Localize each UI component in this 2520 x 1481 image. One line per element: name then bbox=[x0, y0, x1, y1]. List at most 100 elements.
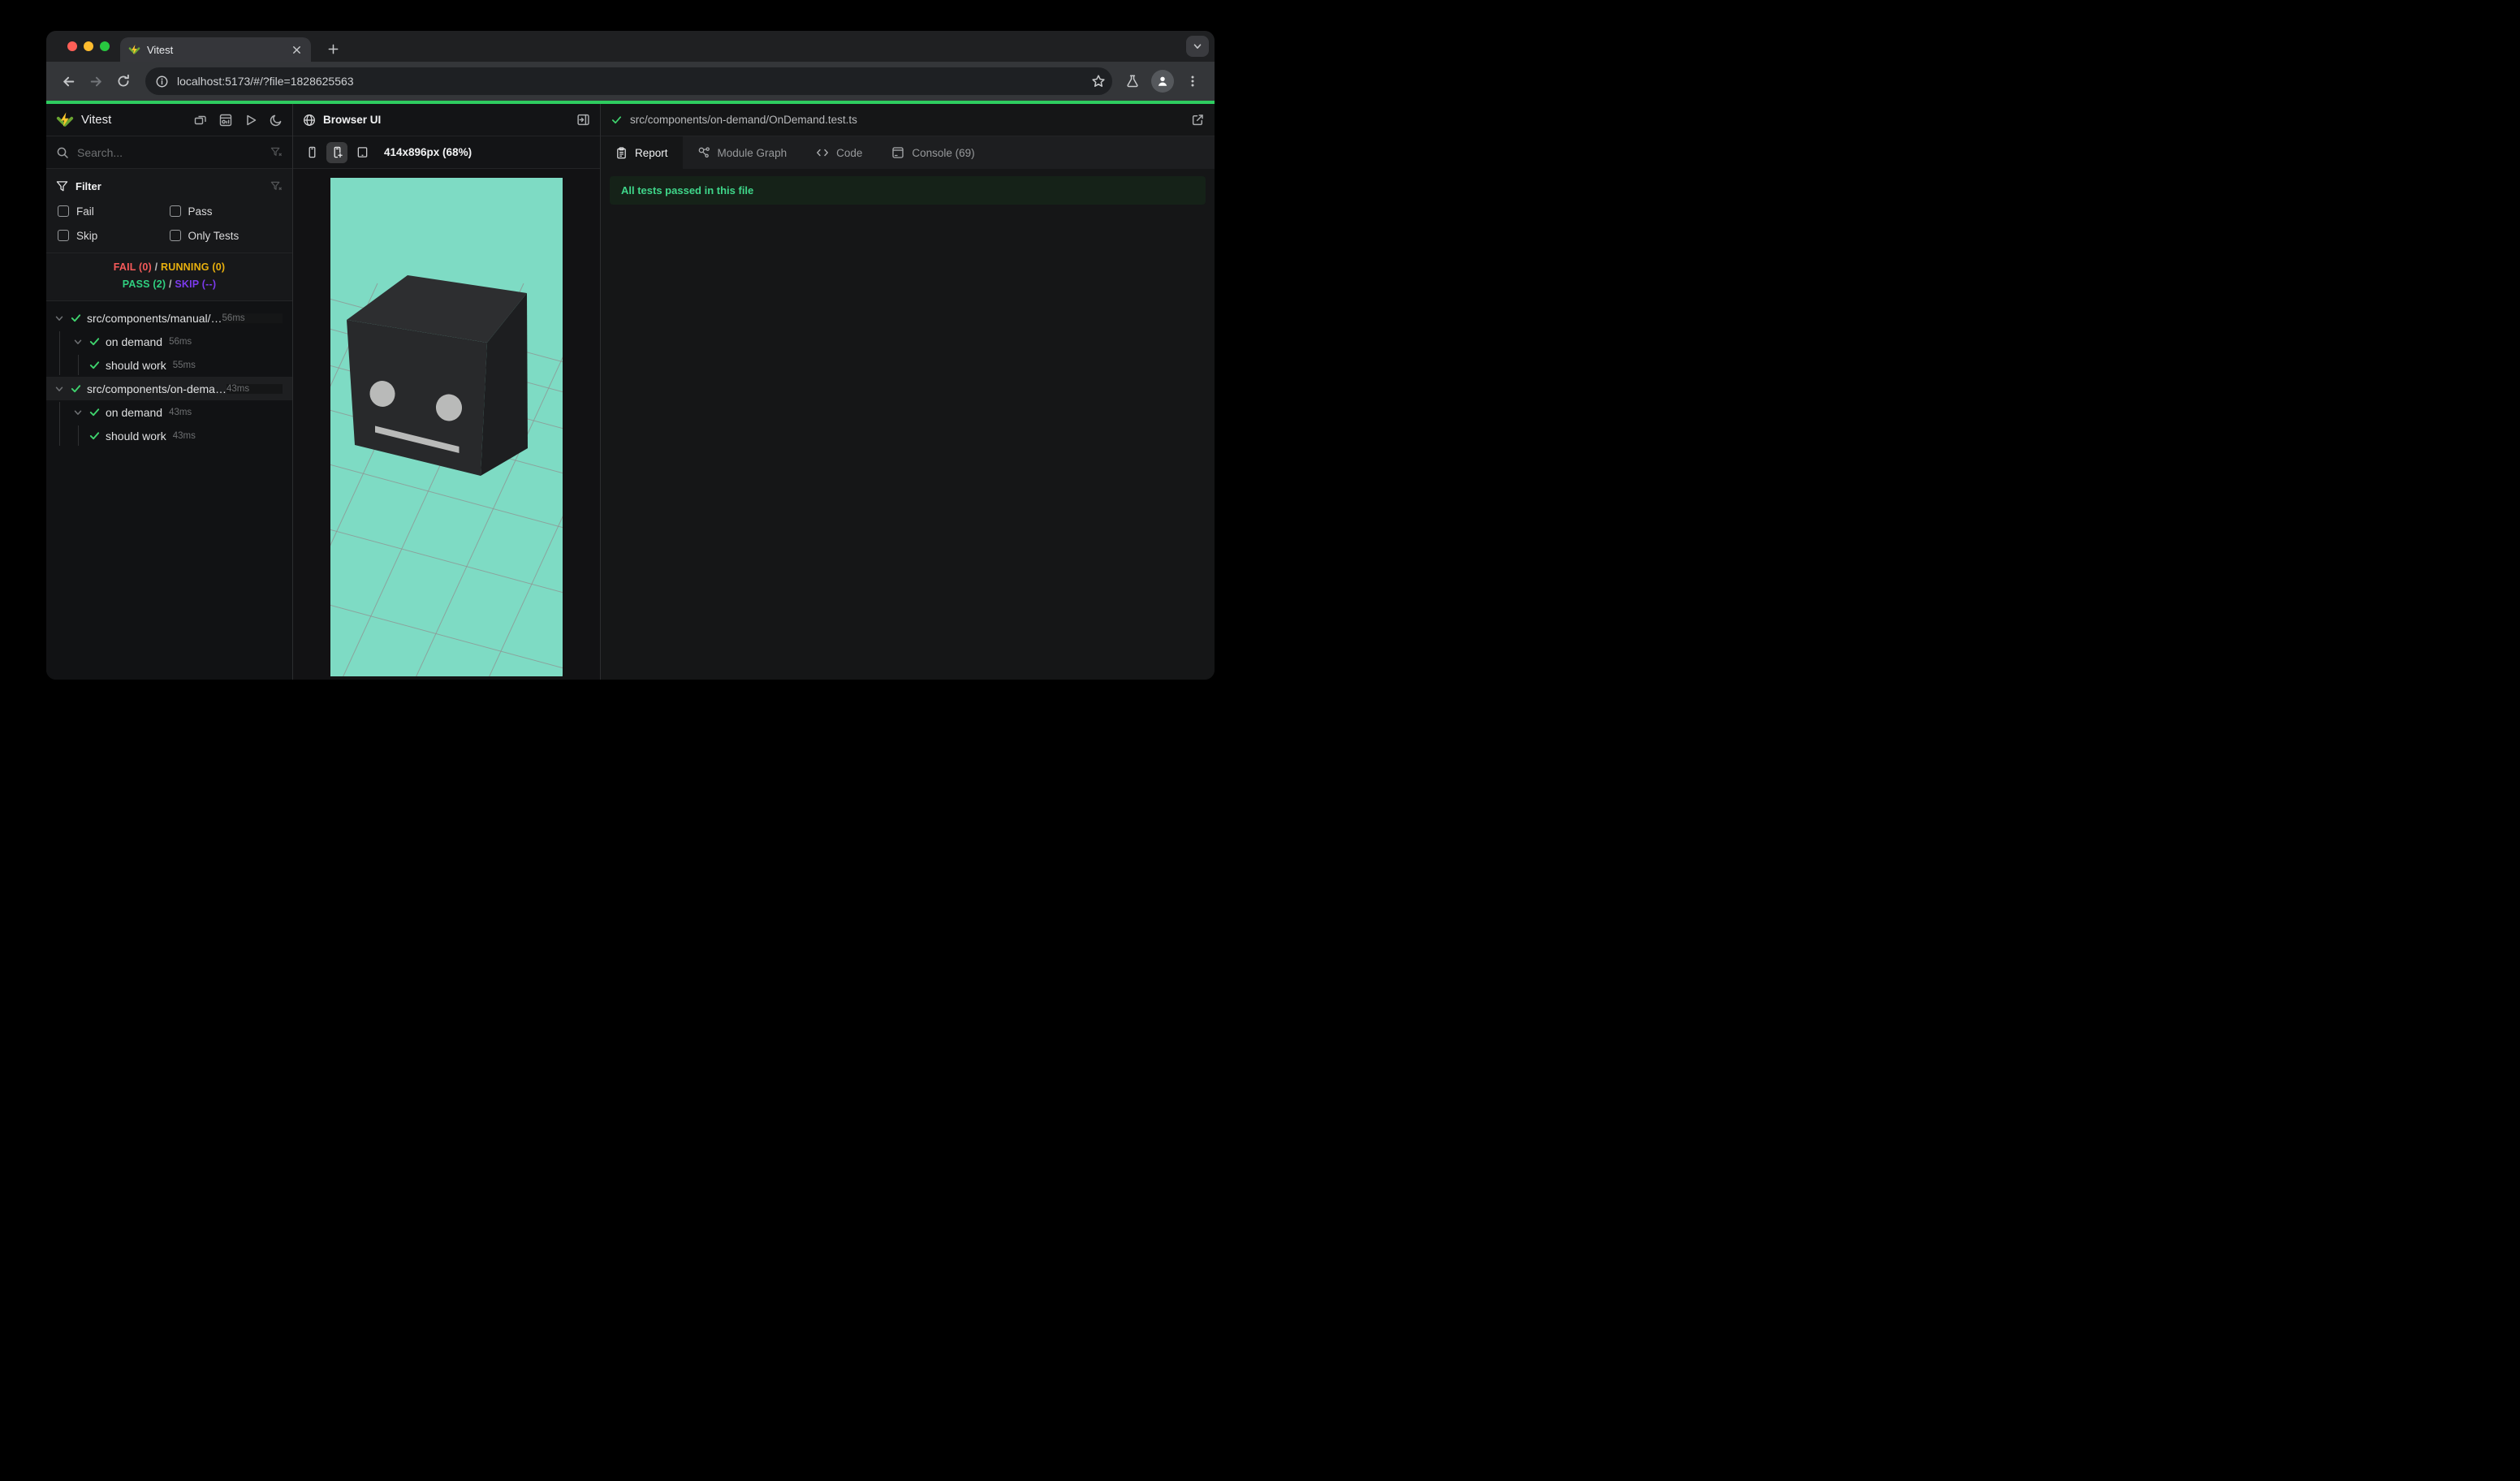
device-mobile-plus-icon[interactable] bbox=[326, 141, 347, 163]
device-toolbar: 414x896px (68%) bbox=[293, 136, 600, 169]
only-tests-checkbox[interactable] bbox=[169, 230, 181, 241]
test-tree: src/components/manual/… 56ms on demand 5… bbox=[46, 301, 292, 680]
cube-robot-head bbox=[347, 275, 528, 476]
chevron-down-icon[interactable] bbox=[70, 407, 86, 418]
address-bar[interactable]: localhost:5173/#/?file=1828625563 bbox=[145, 67, 1112, 95]
running-count: RUNNING (0) bbox=[160, 261, 226, 273]
search-input[interactable] bbox=[77, 145, 262, 159]
tab-module-graph-label: Module Graph bbox=[717, 146, 788, 159]
titlebar: Vitest bbox=[46, 31, 1215, 62]
new-tab-button[interactable] bbox=[322, 38, 343, 59]
test-viewport-iframe[interactable] bbox=[330, 178, 563, 676]
fail-count: FAIL (0) bbox=[113, 261, 152, 273]
tab-report[interactable]: Report bbox=[601, 136, 683, 169]
report-panel: src/components/on-demand/OnDemand.test.t… bbox=[601, 104, 1215, 680]
tab-code[interactable]: Code bbox=[801, 136, 877, 169]
vitest-ui: Vitest Search... Filter Fail Pass Skip O… bbox=[46, 104, 1215, 680]
console-icon bbox=[891, 146, 904, 159]
tree-file-row[interactable]: src/components/manual/… 56ms bbox=[46, 306, 292, 330]
dashboard-icon[interactable] bbox=[219, 114, 232, 127]
bookmark-star-icon[interactable] bbox=[1091, 74, 1106, 89]
skip-count: SKIP (--) bbox=[175, 278, 217, 290]
tab-console[interactable]: Console (69) bbox=[877, 136, 989, 169]
back-button[interactable] bbox=[54, 67, 82, 95]
pass-checkbox[interactable] bbox=[169, 205, 181, 217]
test-file-name: src/components/manual/… bbox=[87, 311, 222, 325]
profile-avatar[interactable] bbox=[1151, 70, 1174, 93]
report-clipboard-icon bbox=[615, 146, 628, 159]
device-tablet-icon[interactable] bbox=[352, 142, 373, 163]
chevron-down-icon[interactable] bbox=[51, 313, 67, 324]
tree-suite-row[interactable]: on demand 43ms bbox=[46, 400, 292, 424]
tree-test-row[interactable]: should work 43ms bbox=[46, 424, 292, 447]
chevron-down-icon[interactable] bbox=[51, 383, 67, 395]
external-link-icon[interactable] bbox=[1191, 113, 1205, 127]
all-tests-passed-banner: All tests passed in this file bbox=[610, 176, 1206, 205]
sidebar-header: Vitest bbox=[46, 104, 292, 136]
tab-module-graph[interactable]: Module Graph bbox=[683, 136, 802, 169]
tab-search-button[interactable] bbox=[1186, 36, 1209, 57]
maximize-window-button[interactable] bbox=[100, 41, 110, 51]
vitest-logo bbox=[56, 111, 74, 129]
open-file-path: src/components/on-demand/OnDemand.test.t… bbox=[630, 114, 857, 126]
test-name: should work bbox=[106, 358, 166, 372]
only-tests-label: Only Tests bbox=[188, 229, 239, 242]
filter-title: Filter bbox=[76, 179, 101, 192]
test-duration: 43ms bbox=[172, 430, 196, 441]
reload-button[interactable] bbox=[110, 67, 137, 95]
summary-line-2: PASS (2) / SKIP (--) bbox=[122, 278, 217, 290]
skip-checkbox[interactable] bbox=[58, 230, 69, 241]
preview-area bbox=[293, 169, 600, 680]
pass-check-icon bbox=[611, 114, 623, 126]
suite-name: on demand bbox=[106, 405, 163, 419]
device-mobile-small-icon[interactable] bbox=[301, 142, 322, 163]
globe-icon bbox=[303, 114, 316, 127]
filter-option-fail[interactable]: Fail bbox=[58, 199, 170, 223]
clear-filter-icon[interactable] bbox=[270, 180, 283, 192]
vitest-favicon bbox=[128, 44, 140, 56]
browser-tab[interactable]: Vitest bbox=[120, 37, 311, 62]
tree-file-row-selected[interactable]: src/components/on-dema… 43ms bbox=[46, 377, 292, 400]
report-tabs: Report Module Graph Code Console (69) bbox=[601, 136, 1215, 169]
site-info-icon[interactable] bbox=[155, 75, 169, 89]
filter-option-only-tests[interactable]: Only Tests bbox=[169, 223, 282, 248]
close-tab-icon[interactable] bbox=[291, 44, 303, 56]
pass-check-icon bbox=[67, 312, 84, 324]
minimize-window-button[interactable] bbox=[84, 41, 93, 51]
fail-checkbox[interactable] bbox=[58, 205, 69, 217]
windows-stack-icon[interactable] bbox=[194, 114, 207, 127]
url-text[interactable]: localhost:5173/#/?file=1828625563 bbox=[177, 75, 1083, 88]
traffic-lights bbox=[67, 41, 110, 51]
tree-suite-row[interactable]: on demand 56ms bbox=[46, 330, 292, 353]
dark-mode-moon-icon[interactable] bbox=[270, 114, 283, 127]
report-header: src/components/on-demand/OnDemand.test.t… bbox=[601, 104, 1215, 136]
suite-name: on demand bbox=[106, 335, 163, 348]
dock-panel-right-icon[interactable] bbox=[576, 113, 590, 127]
chevron-down-icon[interactable] bbox=[70, 336, 86, 348]
browser-toolbar: localhost:5173/#/?file=1828625563 bbox=[46, 62, 1215, 101]
filter-option-skip[interactable]: Skip bbox=[58, 223, 170, 248]
pass-check-icon bbox=[86, 335, 102, 348]
test-duration: 55ms bbox=[172, 360, 196, 370]
experiments-flask-icon[interactable] bbox=[1119, 67, 1146, 95]
browser-ui-header: Browser UI bbox=[293, 104, 600, 136]
funnel-icon bbox=[56, 180, 68, 192]
browser-ui-title: Browser UI bbox=[323, 114, 382, 126]
filter-option-pass[interactable]: Pass bbox=[169, 199, 282, 223]
test-duration: 56ms bbox=[222, 313, 283, 323]
browser-menu-icon[interactable] bbox=[1179, 67, 1206, 95]
test-name: should work bbox=[106, 429, 166, 443]
forward-button[interactable] bbox=[82, 67, 110, 95]
clear-filter-icon[interactable] bbox=[270, 146, 283, 158]
threejs-scene bbox=[330, 275, 563, 676]
run-all-icon[interactable] bbox=[244, 114, 257, 127]
tree-test-row[interactable]: should work 55ms bbox=[46, 353, 292, 377]
test-duration: 43ms bbox=[169, 407, 192, 417]
report-content: All tests passed in this file bbox=[601, 169, 1215, 680]
close-window-button[interactable] bbox=[67, 41, 77, 51]
fail-label: Fail bbox=[76, 205, 94, 218]
search-icon bbox=[56, 146, 69, 159]
skip-label: Skip bbox=[76, 229, 98, 242]
test-duration: 43ms bbox=[226, 383, 283, 394]
test-file-name: src/components/on-dema… bbox=[87, 382, 227, 395]
